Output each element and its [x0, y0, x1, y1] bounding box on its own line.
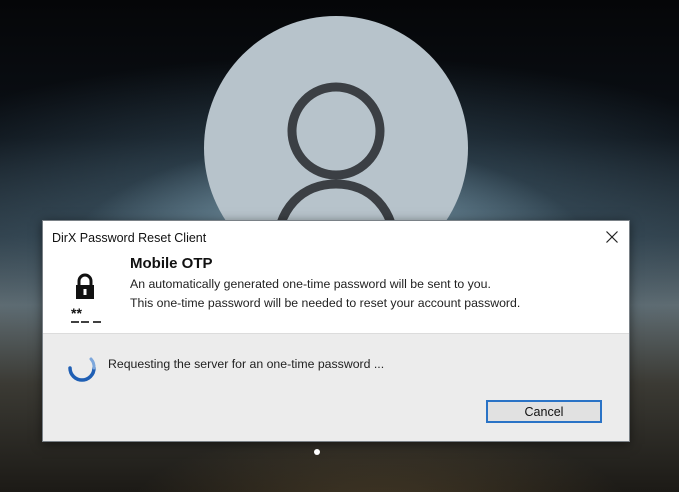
dialog-heading: Mobile OTP	[130, 255, 213, 272]
lock-password-icon: **	[67, 271, 107, 325]
svg-text:**: **	[71, 305, 82, 321]
cancel-button[interactable]: Cancel	[486, 400, 602, 423]
dialog-header: ** Mobile OTP An automatically generated…	[43, 255, 629, 333]
page-indicator-dot[interactable]	[314, 449, 320, 455]
close-button[interactable]	[595, 221, 629, 253]
dialog-title: DirX Password Reset Client	[52, 231, 207, 245]
loading-spinner-icon	[65, 348, 99, 382]
description-line-2: This one-time password will be needed to…	[130, 296, 521, 310]
close-icon	[606, 231, 618, 243]
lock-screen: DirX Password Reset Client ** Mobile OTP…	[0, 0, 679, 492]
description-line-1: An automatically generated one-time pass…	[130, 277, 491, 291]
dialog-body: Requesting the server for an one-time pa…	[43, 333, 629, 441]
status-message: Requesting the server for an one-time pa…	[108, 357, 385, 371]
password-reset-dialog: DirX Password Reset Client ** Mobile OTP…	[42, 220, 630, 442]
dialog-titlebar: DirX Password Reset Client	[43, 221, 629, 255]
